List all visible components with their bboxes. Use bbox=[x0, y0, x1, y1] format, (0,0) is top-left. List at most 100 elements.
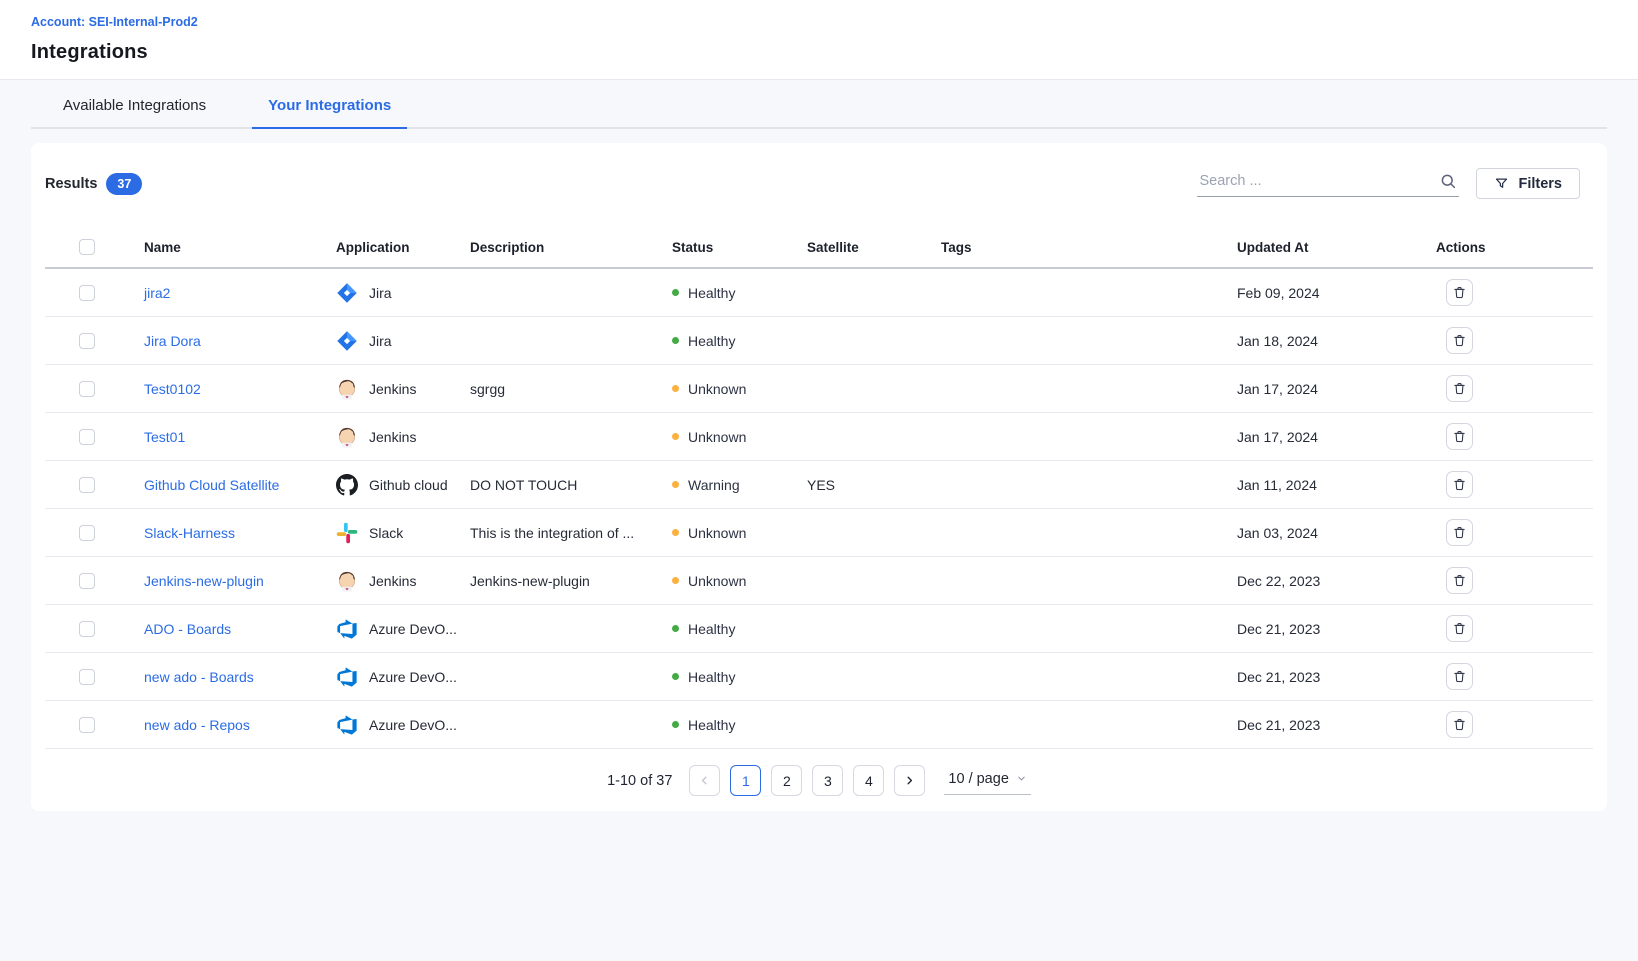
app-label: Github cloud bbox=[369, 477, 448, 493]
status-label: Healthy bbox=[688, 669, 735, 685]
status-badge: Unknown bbox=[672, 525, 807, 541]
chevron-left-icon bbox=[698, 774, 711, 787]
app-label: Azure DevO... bbox=[369, 717, 457, 733]
pagination-page-button-3[interactable]: 3 bbox=[812, 765, 843, 796]
updated-at-cell: Jan 17, 2024 bbox=[1237, 429, 1436, 445]
pagination-page-button-2[interactable]: 2 bbox=[771, 765, 802, 796]
row-checkbox[interactable] bbox=[79, 381, 95, 397]
status-label: Healthy bbox=[688, 333, 735, 349]
pagination-range-label: 1-10 of 37 bbox=[607, 773, 672, 789]
table-row: Slack-Harness Slack This is the integrat… bbox=[45, 509, 1593, 557]
delete-button[interactable] bbox=[1446, 519, 1473, 546]
search-box[interactable] bbox=[1197, 170, 1459, 197]
updated-at-cell: Dec 21, 2023 bbox=[1237, 621, 1436, 637]
status-badge: Unknown bbox=[672, 429, 807, 445]
search-icon bbox=[1439, 172, 1457, 190]
trash-icon bbox=[1452, 285, 1467, 300]
page-size-select[interactable]: 10 / page bbox=[944, 767, 1030, 795]
status-dot bbox=[672, 433, 679, 440]
search-input[interactable] bbox=[1199, 173, 1431, 189]
tab-available-integrations[interactable]: Available Integrations bbox=[47, 97, 222, 129]
delete-button[interactable] bbox=[1446, 711, 1473, 738]
integration-name-link[interactable]: ADO - Boards bbox=[144, 621, 231, 637]
select-all-checkbox[interactable] bbox=[79, 239, 95, 255]
status-dot bbox=[672, 721, 679, 728]
status-label: Unknown bbox=[688, 573, 746, 589]
pagination-prev-button[interactable] bbox=[689, 765, 720, 796]
table-row: Test0102 Jenkins sgrgg Unknown Jan 17, 2… bbox=[45, 365, 1593, 413]
filters-button[interactable]: Filters bbox=[1476, 168, 1580, 199]
delete-button[interactable] bbox=[1446, 567, 1473, 594]
row-checkbox[interactable] bbox=[79, 573, 95, 589]
account-breadcrumb-link[interactable]: Account: SEI-Internal-Prod2 bbox=[31, 15, 198, 29]
integration-name-link[interactable]: Test01 bbox=[144, 429, 185, 445]
satellite-cell: YES bbox=[807, 477, 941, 493]
toolbar: Results 37 Filters bbox=[31, 168, 1607, 199]
row-checkbox[interactable] bbox=[79, 477, 95, 493]
row-checkbox[interactable] bbox=[79, 669, 95, 685]
pagination-pages: 1234 bbox=[730, 765, 884, 796]
row-checkbox[interactable] bbox=[79, 333, 95, 349]
column-header-application: Application bbox=[336, 240, 470, 255]
integration-name-link[interactable]: jira2 bbox=[144, 285, 170, 301]
table-row: Test01 Jenkins Unknown Jan 17, 2024 bbox=[45, 413, 1593, 461]
row-checkbox[interactable] bbox=[79, 717, 95, 733]
updated-at-cell: Dec 21, 2023 bbox=[1237, 717, 1436, 733]
delete-button[interactable] bbox=[1446, 663, 1473, 690]
status-dot bbox=[672, 529, 679, 536]
results-label: Results bbox=[45, 176, 97, 192]
integration-name-link[interactable]: Github Cloud Satellite bbox=[144, 477, 279, 493]
pagination-page-button-4[interactable]: 4 bbox=[853, 765, 884, 796]
description-cell: sgrgg bbox=[470, 381, 672, 397]
status-dot bbox=[672, 337, 679, 344]
integration-name-link[interactable]: new ado - Repos bbox=[144, 717, 250, 733]
tab-your-integrations[interactable]: Your Integrations bbox=[252, 97, 407, 129]
pagination-next-button[interactable] bbox=[894, 765, 925, 796]
status-dot bbox=[672, 385, 679, 392]
delete-button[interactable] bbox=[1446, 615, 1473, 642]
status-label: Healthy bbox=[688, 621, 735, 637]
jira-icon bbox=[336, 282, 358, 304]
table-header-row: Name Application Description Status Sate… bbox=[45, 227, 1593, 269]
updated-at-cell: Jan 18, 2024 bbox=[1237, 333, 1436, 349]
trash-icon bbox=[1452, 477, 1467, 492]
delete-button[interactable] bbox=[1446, 327, 1473, 354]
description-cell: This is the integration of ... bbox=[470, 525, 672, 541]
integration-name-link[interactable]: Test0102 bbox=[144, 381, 201, 397]
app-label: Slack bbox=[369, 525, 403, 541]
trash-icon bbox=[1452, 669, 1467, 684]
page-size-label: 10 / page bbox=[948, 771, 1008, 787]
delete-button[interactable] bbox=[1446, 375, 1473, 402]
app-label: Jira bbox=[369, 285, 392, 301]
results-count-badge: 37 bbox=[106, 173, 142, 195]
table-row: Jenkins-new-plugin Jenkins Jenkins-new-p… bbox=[45, 557, 1593, 605]
delete-button[interactable] bbox=[1446, 279, 1473, 306]
trash-icon bbox=[1452, 333, 1467, 348]
status-dot bbox=[672, 625, 679, 632]
chevron-down-icon bbox=[1016, 773, 1027, 784]
integration-name-link[interactable]: Slack-Harness bbox=[144, 525, 235, 541]
row-checkbox[interactable] bbox=[79, 285, 95, 301]
delete-button[interactable] bbox=[1446, 423, 1473, 450]
trash-icon bbox=[1452, 525, 1467, 540]
row-checkbox[interactable] bbox=[79, 621, 95, 637]
pagination-page-button-1[interactable]: 1 bbox=[730, 765, 761, 796]
jenkins-icon bbox=[336, 426, 358, 448]
table-row: Github Cloud Satellite Github cloud DO N… bbox=[45, 461, 1593, 509]
status-badge: Healthy bbox=[672, 285, 807, 301]
integrations-card: Results 37 Filters Name Application Desc… bbox=[31, 143, 1607, 811]
status-badge: Healthy bbox=[672, 333, 807, 349]
column-header-tags: Tags bbox=[941, 240, 1237, 255]
row-checkbox[interactable] bbox=[79, 429, 95, 445]
integration-name-link[interactable]: Jira Dora bbox=[144, 333, 201, 349]
updated-at-cell: Jan 03, 2024 bbox=[1237, 525, 1436, 541]
column-header-updated-at: Updated At bbox=[1237, 240, 1436, 255]
integration-name-link[interactable]: Jenkins-new-plugin bbox=[144, 573, 264, 589]
status-dot bbox=[672, 577, 679, 584]
delete-button[interactable] bbox=[1446, 471, 1473, 498]
row-checkbox[interactable] bbox=[79, 525, 95, 541]
table-row: Jira Dora Jira Healthy Jan 18, 2024 bbox=[45, 317, 1593, 365]
table-body: jira2 Jira Healthy Feb 09, 2024 Jira Dor… bbox=[45, 269, 1593, 749]
integration-name-link[interactable]: new ado - Boards bbox=[144, 669, 254, 685]
azure-devops-icon bbox=[336, 618, 358, 640]
